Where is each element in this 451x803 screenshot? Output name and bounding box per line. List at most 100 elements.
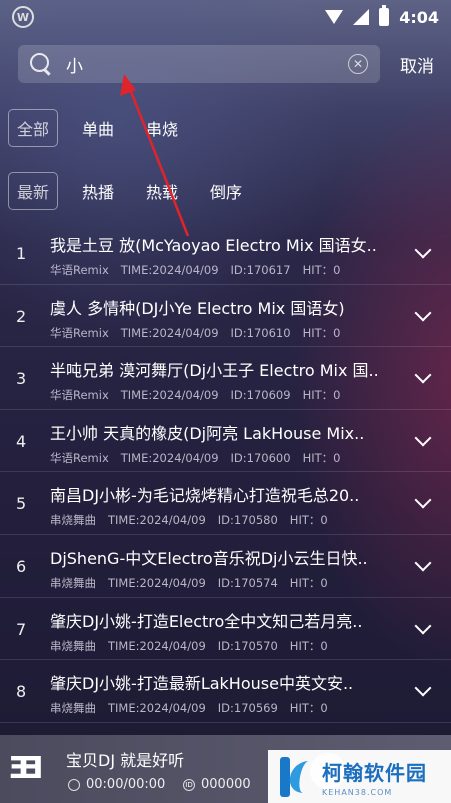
song-number: 4 <box>16 431 27 451</box>
song-number: 3 <box>16 369 27 389</box>
song-category: 华语Remix <box>50 388 109 403</box>
filter-single[interactable]: 单曲 <box>74 109 122 147</box>
search-input[interactable]: 小 <box>66 52 83 77</box>
signal-icon <box>353 9 370 25</box>
song-hit: HIT：0 <box>289 575 328 590</box>
status-time: 4:04 <box>399 7 439 27</box>
expand-chevron-icon[interactable] <box>414 679 432 697</box>
song-row-6[interactable]: 6 DjShenG-中文Electro音乐祝Dj小云生日快.. 串烧舞曲 TIME… <box>0 535 451 598</box>
search-bar[interactable]: 小 ✕ <box>18 45 380 83</box>
song-time: TIME:2024/04/09 <box>120 263 219 277</box>
song-hit: HIT：0 <box>302 263 341 277</box>
song-title: 王小帅 天真的橡皮(Dj阿亮 LakHouse Mix.. <box>50 423 365 443</box>
watermark: 柯翰软件园 KEHAN38.COM <box>268 750 451 803</box>
song-hit: HIT：0 <box>302 325 341 340</box>
sort-reverse[interactable]: 倒序 <box>202 172 250 210</box>
player-id: 000000 <box>201 777 251 792</box>
song-category: 串烧舞曲 <box>50 701 96 716</box>
song-list: 1 我是土豆 放(McYaoyao Electro Mix 国语女.. 华语Re… <box>0 222 451 723</box>
song-number: 6 <box>16 556 27 576</box>
playback-time: 00:00/00:00 <box>86 777 166 792</box>
song-title: 肇庆DJ小姚-打造最新LakHouse中英文安.. <box>50 674 354 694</box>
filter-all[interactable]: 全部 <box>8 109 59 147</box>
song-category: 华语Remix <box>50 450 109 465</box>
song-title: 虞人 多情种(DJ小Ye Electro Mix 国语女) <box>50 298 345 318</box>
song-title: 我是土豆 放(McYaoyao Electro Mix 国语女.. <box>50 236 377 255</box>
sort-hot-play[interactable]: 热播 <box>74 172 122 210</box>
song-hit: HIT：0 <box>289 513 328 528</box>
id-icon: ID <box>183 779 195 791</box>
song-category: 串烧舞曲 <box>50 513 96 528</box>
song-meta: 华语Remix TIME:2024/04/09 ID:170617 HIT：0 <box>50 262 352 278</box>
song-meta: 华语Remix TIME:2024/04/09 ID:170610 HIT：0 <box>50 325 352 341</box>
expand-chevron-icon[interactable] <box>414 366 432 384</box>
watermark-url: KEHAN38.COM <box>322 787 393 797</box>
song-hit: HIT：0 <box>302 388 341 403</box>
filter-medley[interactable]: 串烧 <box>138 109 186 147</box>
song-id: ID:170570 <box>217 638 278 653</box>
app-logo: ƎƎ <box>8 751 43 786</box>
expand-chevron-icon[interactable] <box>414 554 432 572</box>
song-title: 南昌DJ小彬-为毛记烧烤精心打造祝毛总20.. <box>50 486 360 506</box>
song-time: TIME:2024/04/09 <box>108 701 206 716</box>
song-id: ID:170569 <box>217 701 278 716</box>
expand-chevron-icon[interactable] <box>414 617 432 635</box>
song-category: 华语Remix <box>50 325 109 340</box>
song-id: ID:170617 <box>230 263 291 277</box>
song-time: TIME:2024/04/09 <box>108 575 206 590</box>
expand-chevron-icon[interactable] <box>414 304 432 322</box>
song-time: TIME:2024/04/09 <box>120 388 219 403</box>
song-meta: 串烧舞曲 TIME:2024/04/09 ID:170570 HIT：0 <box>50 638 340 654</box>
wifi-icon <box>325 10 344 24</box>
watermark-logo-icon <box>276 755 316 799</box>
song-id: ID:170580 <box>217 513 278 528</box>
now-playing-title: 宝贝DJ 就是好听 <box>66 751 185 770</box>
song-number: 8 <box>16 682 27 702</box>
song-time: TIME:2024/04/09 <box>120 450 219 465</box>
song-category: 华语Remix <box>50 263 109 277</box>
expand-chevron-icon[interactable] <box>414 241 432 259</box>
type-filter-row: 全部 单曲 串烧 <box>8 109 202 147</box>
song-title: 半吨兄弟 漠河舞厅(Dj小王子 Electro Mix 国.. <box>50 361 379 381</box>
clock-icon <box>68 779 80 791</box>
song-meta: 串烧舞曲 TIME:2024/04/09 ID:170569 HIT：0 <box>50 700 340 716</box>
cancel-button[interactable]: 取消 <box>400 52 434 77</box>
status-bar: W 4:04 <box>0 0 451 34</box>
song-category: 串烧舞曲 <box>50 638 96 653</box>
song-meta: 华语Remix TIME:2024/04/09 ID:170609 HIT：0 <box>50 387 352 403</box>
clear-search-icon[interactable]: ✕ <box>348 54 368 74</box>
app-notification-icon: W <box>12 6 34 28</box>
song-row-1[interactable]: 1 我是土豆 放(McYaoyao Electro Mix 国语女.. 华语Re… <box>0 222 451 285</box>
expand-chevron-icon[interactable] <box>414 491 432 509</box>
song-id: ID:170610 <box>230 325 291 340</box>
song-row-3[interactable]: 3 半吨兄弟 漠河舞厅(Dj小王子 Electro Mix 国.. 华语Remi… <box>0 347 451 410</box>
song-meta: 串烧舞曲 TIME:2024/04/09 ID:170574 HIT：0 <box>50 575 340 591</box>
song-row-7[interactable]: 7 肇庆DJ小姚-打造Electro全中文知己若月亮.. 串烧舞曲 TIME:20… <box>0 598 451 661</box>
song-number: 5 <box>16 494 27 514</box>
expand-chevron-icon[interactable] <box>414 429 432 447</box>
sort-latest[interactable]: 最新 <box>8 172 59 210</box>
song-number: 1 <box>16 244 27 263</box>
song-time: TIME:2024/04/09 <box>108 638 206 653</box>
song-number: 7 <box>16 619 27 639</box>
song-hit: HIT：0 <box>302 450 341 465</box>
battery-icon <box>379 5 390 26</box>
song-meta: 华语Remix TIME:2024/04/09 ID:170600 HIT：0 <box>50 450 352 466</box>
song-time: TIME:2024/04/09 <box>120 325 219 340</box>
song-row-5[interactable]: 5 南昌DJ小彬-为毛记烧烤精心打造祝毛总20.. 串烧舞曲 TIME:2024/… <box>0 472 451 535</box>
song-row-8[interactable]: 8 肇庆DJ小姚-打造最新LakHouse中英文安.. 串烧舞曲 TIME:202… <box>0 660 451 723</box>
song-id: ID:170609 <box>230 388 291 403</box>
watermark-name: 柯翰软件园 <box>322 760 427 785</box>
sort-filter-row: 最新 热播 热载 倒序 <box>8 172 266 210</box>
song-hit: HIT：0 <box>289 638 328 653</box>
song-row-2[interactable]: 2 虞人 多情种(DJ小Ye Electro Mix 国语女) 华语Remix T… <box>0 285 451 348</box>
sort-hot-download[interactable]: 热载 <box>138 172 186 210</box>
song-row-4[interactable]: 4 王小帅 天真的橡皮(Dj阿亮 LakHouse Mix.. 华语Remix T… <box>0 410 451 473</box>
song-title: DjShenG-中文Electro音乐祝Dj小云生日快.. <box>50 548 368 568</box>
search-icon <box>30 53 52 75</box>
song-meta: 串烧舞曲 TIME:2024/04/09 ID:170580 HIT：0 <box>50 512 340 528</box>
song-title: 肇庆DJ小姚-打造Electro全中文知己若月亮.. <box>50 611 363 631</box>
song-number: 2 <box>16 306 27 326</box>
song-id: ID:170600 <box>230 450 291 465</box>
song-category: 串烧舞曲 <box>50 575 96 590</box>
